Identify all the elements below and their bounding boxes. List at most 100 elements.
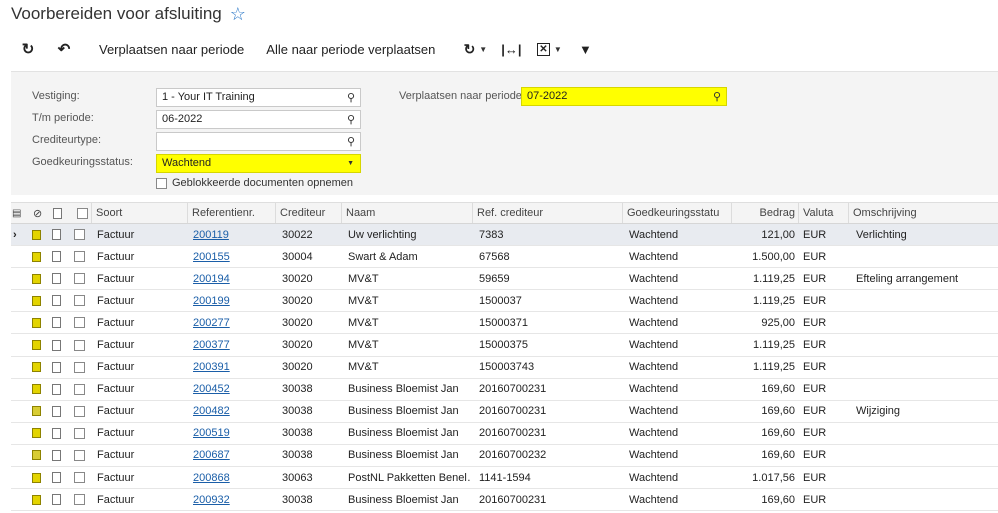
- document-icon[interactable]: [52, 334, 66, 355]
- table-row[interactable]: › Factuur 200119 30022 Uw verlichting 7383 Wac…: [11, 224, 998, 247]
- cell-ref-link[interactable]: 200482: [193, 401, 273, 422]
- document-icon[interactable]: [52, 445, 66, 466]
- row-checkbox[interactable]: [74, 268, 88, 289]
- row-checkbox[interactable]: [74, 445, 88, 466]
- attachment-icon[interactable]: [32, 224, 46, 245]
- col-name[interactable]: Naam: [341, 203, 472, 223]
- refresh-menu-icon[interactable]: ↻ ▼: [459, 37, 491, 61]
- star-icon[interactable]: ☆: [230, 5, 246, 23]
- filter-icon[interactable]: ▼: [573, 37, 597, 61]
- col-ref[interactable]: Referentienr.: [187, 203, 275, 223]
- select-all-checkbox[interactable]: [73, 203, 89, 223]
- table-row[interactable]: Factuur 200452 30038 Business Bloemist Jan 2…: [11, 379, 998, 401]
- row-checkbox[interactable]: [74, 290, 88, 311]
- search-icon[interactable]: ⚲: [713, 90, 721, 103]
- columns-icon[interactable]: ▤: [11, 203, 29, 223]
- cell-ref-link[interactable]: 200277: [193, 312, 273, 333]
- col-type[interactable]: Soort: [91, 203, 187, 223]
- cell-ref-link[interactable]: 200155: [193, 246, 273, 267]
- row-checkbox[interactable]: [74, 334, 88, 355]
- attachment-icon[interactable]: [32, 246, 46, 267]
- search-icon[interactable]: ⚲: [347, 91, 355, 104]
- attachment-icon[interactable]: [32, 467, 46, 488]
- cell-ref-link[interactable]: 200452: [193, 379, 273, 400]
- table-row[interactable]: Factuur 200277 30020 MV&T 15000371 Wachtend 92…: [11, 312, 998, 335]
- table-row[interactable]: Factuur 200868 30063 PostNL Pakketten Benel…: [11, 467, 998, 490]
- attachment-icon[interactable]: [32, 489, 46, 510]
- row-checkbox[interactable]: [74, 489, 88, 510]
- attachment-icon[interactable]: [32, 401, 46, 422]
- document-icon[interactable]: [52, 467, 66, 488]
- move-to-period-field[interactable]: 07-2022 ⚲: [521, 87, 727, 106]
- search-icon[interactable]: ⚲: [347, 113, 355, 126]
- cell-ref-link[interactable]: 200932: [193, 489, 273, 510]
- cell-ref-link[interactable]: 200119: [193, 224, 273, 245]
- cell-ref-link[interactable]: 200377: [193, 334, 273, 355]
- attachment-icon[interactable]: [32, 312, 46, 333]
- col-status[interactable]: Goedkeuringsstatu: [622, 203, 731, 223]
- cell-name: MV&T: [348, 339, 379, 352]
- attachment-icon[interactable]: [32, 268, 46, 289]
- document-icon[interactable]: [52, 246, 66, 267]
- row-checkbox[interactable]: [74, 379, 88, 400]
- cell-ref-link[interactable]: 200519: [193, 423, 273, 444]
- attachment-icon[interactable]: [32, 423, 46, 444]
- creditor-type-field[interactable]: ⚲: [156, 132, 361, 151]
- table-row[interactable]: Factuur 200194 30020 MV&T 59659 Wachtend 1.119…: [11, 268, 998, 291]
- undo-icon[interactable]: ↶: [49, 37, 79, 61]
- attachment-icon[interactable]: [32, 290, 46, 311]
- table-row[interactable]: Factuur 200155 30004 Swart & Adam 67568 Wacht…: [11, 246, 998, 269]
- table-row[interactable]: Factuur 200377 30020 MV&T 15000375 Wachtend 1.…: [11, 334, 998, 357]
- col-description[interactable]: Omschrijving: [848, 203, 998, 223]
- document-icon[interactable]: [52, 423, 66, 444]
- col-amount[interactable]: Bedrag: [731, 203, 798, 223]
- table-row[interactable]: Factuur 200519 30038 Business Bloemist Jan 2…: [11, 423, 998, 445]
- approval-status-select[interactable]: Wachtend ▼: [156, 154, 361, 173]
- attachment-icon[interactable]: [32, 334, 46, 355]
- cell-ref-link[interactable]: 200391: [193, 357, 273, 378]
- move-to-period-button[interactable]: Verplaatsen naar periode: [89, 37, 254, 61]
- attachment-icon[interactable]: [32, 357, 46, 378]
- table-row[interactable]: Factuur 200391 30020 MV&T 150003743 Wachtend 1…: [11, 357, 998, 379]
- export-excel-icon[interactable]: ✕ ▼: [533, 37, 565, 61]
- include-blocked-checkbox[interactable]: [156, 177, 167, 189]
- search-icon[interactable]: ⚲: [347, 135, 355, 148]
- row-checkbox[interactable]: [74, 423, 88, 444]
- page-title-text: Voorbereiden voor afsluiting: [11, 4, 222, 23]
- document-icon[interactable]: [52, 290, 66, 311]
- table-row[interactable]: Factuur 200932 30038 Business Bloemist Jan 2…: [11, 489, 998, 512]
- cell-ref-link[interactable]: 200687: [193, 445, 273, 466]
- table-row[interactable]: Factuur 200199 30020 MV&T 1500037 Wachtend 1.1…: [11, 290, 998, 313]
- refresh-icon[interactable]: ↻: [13, 37, 43, 61]
- row-checkbox[interactable]: [74, 246, 88, 267]
- branch-field[interactable]: 1 - Your IT Training ⚲: [156, 88, 361, 107]
- row-checkbox[interactable]: [74, 401, 88, 422]
- col-ref-creditor[interactable]: Ref. crediteur: [472, 203, 622, 223]
- document-icon[interactable]: [52, 312, 66, 333]
- cell-ref-link[interactable]: 200199: [193, 290, 273, 311]
- table-row[interactable]: Factuur 200687 30038 Business Bloemist Jan 2…: [11, 445, 998, 468]
- attachment-icon[interactable]: [32, 445, 46, 466]
- row-checkbox[interactable]: [74, 224, 88, 245]
- document-icon[interactable]: [52, 379, 66, 400]
- document-icon[interactable]: [52, 401, 66, 422]
- document-icon[interactable]: [52, 268, 66, 289]
- document-icon[interactable]: [52, 357, 66, 378]
- col-creditor[interactable]: Crediteur: [275, 203, 341, 223]
- col-currency[interactable]: Valuta: [798, 203, 848, 223]
- document-icon[interactable]: [52, 489, 66, 510]
- table-row[interactable]: Factuur 200482 30038 Business Bloemist Jan 2…: [11, 401, 998, 423]
- attachment-icon[interactable]: [32, 379, 46, 400]
- cell-currency: EUR: [803, 427, 827, 440]
- row-checkbox[interactable]: [74, 357, 88, 378]
- cell-ref-link[interactable]: 200194: [193, 268, 273, 289]
- move-all-button[interactable]: Alle naar periode verplaatsen: [256, 37, 445, 61]
- row-checkbox[interactable]: [74, 467, 88, 488]
- cell-creditor: 30020: [282, 316, 313, 329]
- document-icon[interactable]: [52, 224, 66, 245]
- cell-ref-link[interactable]: 200868: [193, 467, 273, 488]
- row-checkbox[interactable]: [74, 312, 88, 333]
- fit-width-icon[interactable]: |↔|: [499, 37, 523, 61]
- include-blocked-option[interactable]: Geblokkeerde documenten opnemen: [156, 177, 353, 189]
- until-period-field[interactable]: 06-2022 ⚲: [156, 110, 361, 129]
